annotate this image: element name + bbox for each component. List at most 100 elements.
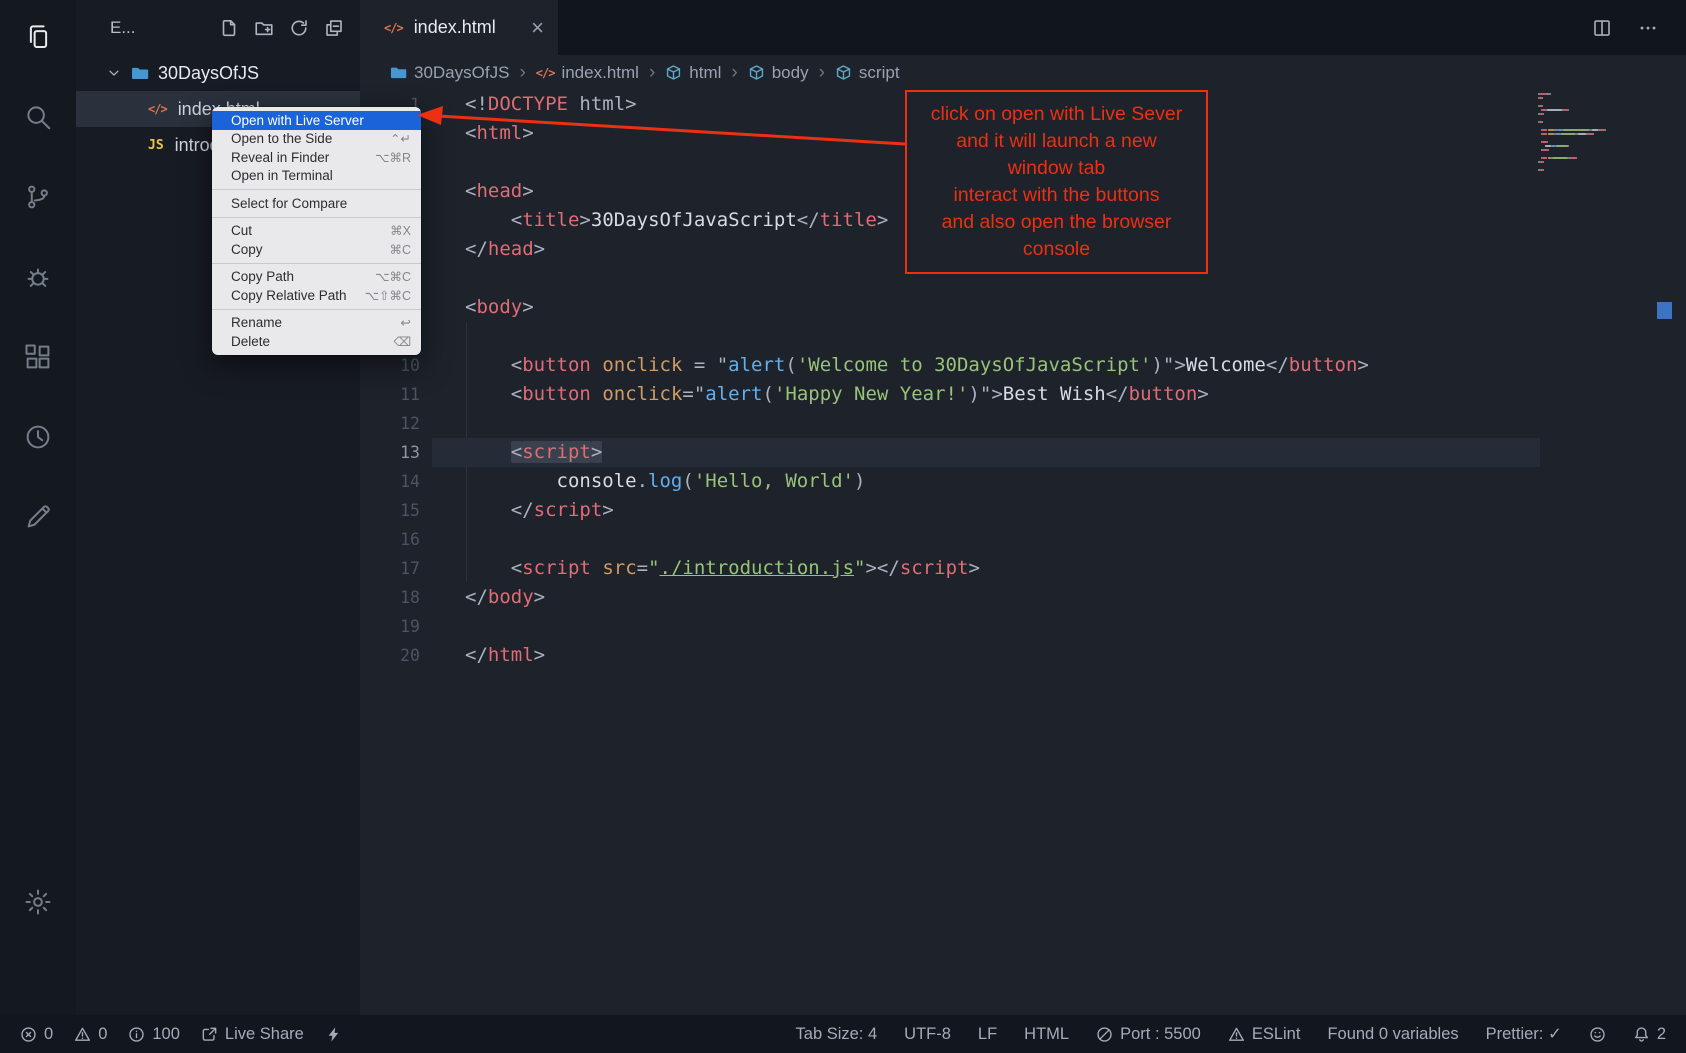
menu-item[interactable]: Open to the Side⌃↵ [212,130,421,149]
status-bar-left: 0 0 100 Live Share [20,1025,342,1044]
folder-icon [131,64,149,82]
menu-item[interactable]: Open in Terminal [212,167,421,186]
tab-index-html[interactable]: </> index.html × [360,0,558,55]
code-line-13[interactable]: 13 <script> [360,438,1686,467]
status-notifications[interactable]: 2 [1633,1025,1666,1044]
code-line-16[interactable]: 16 [360,525,1686,554]
context-menu: Open with Live ServerOpen to the Side⌃↵R… [212,107,421,355]
close-icon[interactable]: × [531,17,544,39]
status-quick-action[interactable] [325,1026,342,1043]
status-live-share[interactable]: Live Share [201,1025,304,1044]
menu-item[interactable]: Copy⌘C [212,240,421,259]
folder-row-30daysofjs[interactable]: 30DaysOfJS [76,55,360,91]
code-line-12[interactable]: 12 [360,409,1686,438]
debug-icon [23,262,53,292]
menu-item[interactable]: Reveal in Finder⌥⌘R [212,148,421,167]
activity-search[interactable] [14,92,62,142]
status-info[interactable]: 100 [128,1025,180,1044]
line-content: console.log('Hello, World') [420,467,865,496]
status-eslint[interactable]: ESLint [1228,1025,1301,1044]
code-line-18[interactable]: 18</body> [360,583,1686,612]
warning-icon [1228,1026,1245,1043]
breadcrumb-30DaysOfJS[interactable]: 30DaysOfJS [390,63,509,83]
line-content [420,264,465,293]
code-line-20[interactable]: 20</html> [360,641,1686,670]
collapse-folders-button[interactable] [324,18,344,38]
status-live-server-port[interactable]: Port : 5500 [1096,1025,1201,1044]
split-icon [1592,18,1612,38]
status-prettier[interactable]: Prettier: ✓ [1486,1024,1562,1044]
activity-feedback[interactable] [14,492,62,542]
line-number: 20 [360,641,420,670]
code-line-8[interactable]: 8<body> [360,293,1686,322]
line-content [420,322,465,351]
breadcrumb-body[interactable]: body [748,63,809,83]
code-line-10[interactable]: 10 <button onclick = "alert('Welcome to … [360,351,1686,380]
warning-icon [74,1026,91,1043]
line-content [420,148,465,177]
code-line-17[interactable]: 17 <script src="./introduction.js"></scr… [360,554,1686,583]
line-content: <title>30DaysOfJavaScript</title> [420,206,888,235]
lightning-icon [325,1026,342,1043]
menu-item[interactable]: Cut⌘X [212,222,421,241]
minimap[interactable] [1538,93,1640,173]
refresh-button[interactable] [289,18,309,38]
cube-icon [835,64,852,81]
menu-item[interactable]: Rename↩ [212,314,421,333]
line-content: </script> [420,496,614,525]
breadcrumb-script[interactable]: script [835,63,900,83]
status-warnings[interactable]: 0 [74,1025,107,1044]
new-folder-button[interactable] [254,18,274,38]
breadcrumb-html[interactable]: html [665,63,721,83]
status-feedback-smiley[interactable] [1589,1026,1606,1043]
status-encoding[interactable]: UTF-8 [904,1025,951,1044]
status-language-mode[interactable]: HTML [1024,1025,1069,1044]
code-line-19[interactable]: 19 [360,612,1686,641]
gear-icon [23,887,53,917]
status-eol[interactable]: LF [978,1025,997,1044]
error-icon [20,1026,37,1043]
line-content: <button onclick="alert('Happy New Year!'… [420,380,1209,409]
menu-item[interactable]: Copy Path⌥⌘C [212,268,421,287]
line-content: </html> [420,641,545,670]
explorer-actions [219,18,344,38]
tab-bar: </> index.html × [360,0,1686,55]
code-line-9[interactable]: 9 [360,322,1686,351]
activity-timeline[interactable] [14,412,62,462]
activity-settings[interactable] [14,877,62,927]
git-icon [23,182,53,212]
activity-extensions[interactable] [14,332,62,382]
split-editor-icon[interactable] [1592,18,1612,38]
annotation-text-line: click on open with Live Sever [911,101,1202,128]
code-line-11[interactable]: 11 <button onclick="alert('Happy New Yea… [360,380,1686,409]
status-bar: 0 0 100 Live Share Tab Size: 4 UTF-8 LF HTML Po… [0,1015,1686,1053]
activity-source-control[interactable] [14,172,62,222]
code-line-15[interactable]: 15 </script> [360,496,1686,525]
menu-separator [212,263,421,264]
annotation-text-line: and it will launch a new [911,128,1202,155]
chevdown-icon [106,65,122,81]
code-line-14[interactable]: 14 console.log('Hello, World') [360,467,1686,496]
editor-actions [1592,0,1686,55]
activity-run-debug[interactable] [14,252,62,302]
extensions-icon [23,342,53,372]
menu-item[interactable]: Open with Live Server [212,111,421,130]
menu-shortcut: ⌘X [390,223,411,238]
search-icon [23,102,53,132]
overview-ruler-marker [1657,302,1672,319]
collapse-icon [324,18,344,38]
more-actions-icon[interactable] [1638,18,1658,38]
new-file-button[interactable] [219,18,239,38]
status-variables[interactable]: Found 0 variables [1327,1025,1458,1044]
live-share-icon [201,1026,218,1043]
menu-item[interactable]: Select for Compare [212,194,421,213]
menu-item[interactable]: Delete⌫ [212,332,421,351]
html-file-icon: </> [536,66,555,80]
status-errors[interactable]: 0 [20,1025,53,1044]
status-tab-size[interactable]: Tab Size: 4 [796,1025,878,1044]
breadcrumb-index.html[interactable]: </>index.html [536,63,639,83]
menu-item[interactable]: Copy Relative Path⌥⇧⌘C [212,286,421,305]
activity-explorer[interactable] [14,12,62,62]
menu-shortcut: ⌥⇧⌘C [365,288,411,303]
menu-separator [212,309,421,310]
